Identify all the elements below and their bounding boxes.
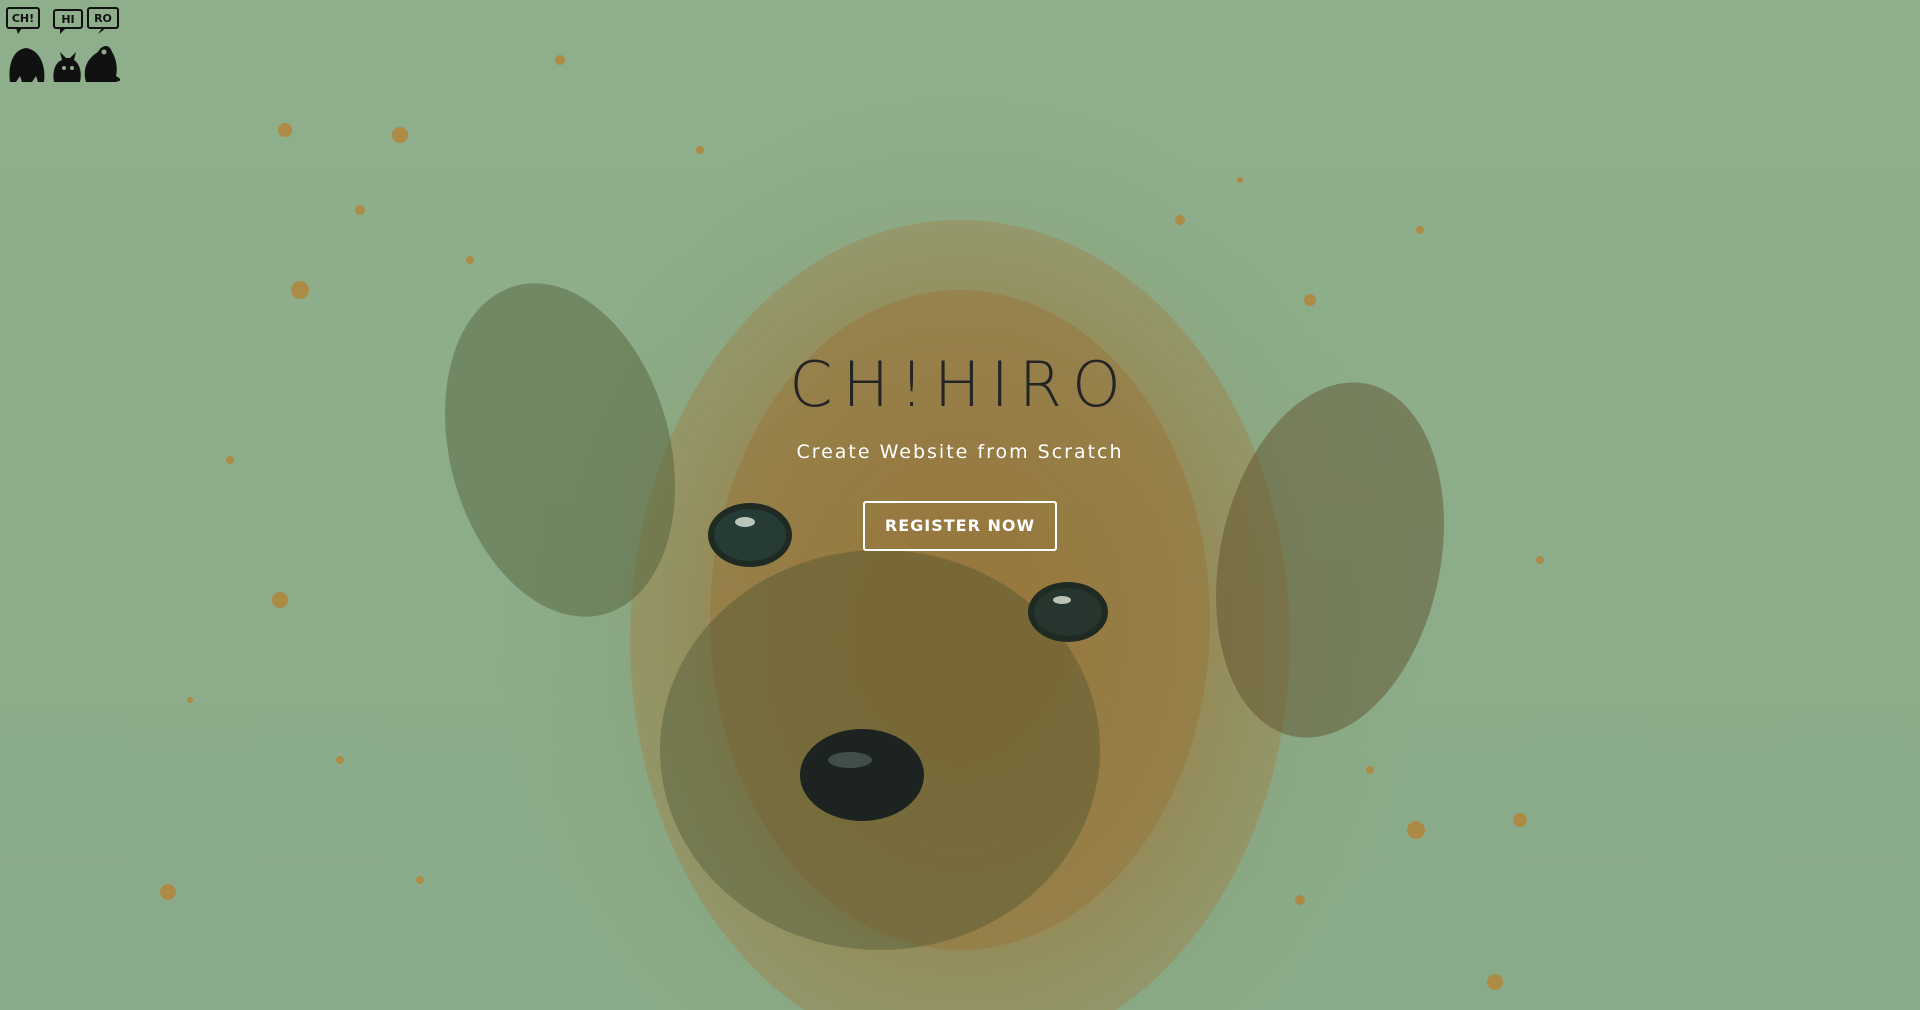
brand-title: CH!HIRO: [789, 348, 1131, 421]
register-now-button[interactable]: REGISTER NOW: [863, 501, 1057, 551]
logo-bubble-text: CH!: [12, 12, 34, 25]
logo-bubble-text: HI: [61, 13, 74, 26]
hero-section: CH! HI RO CH!HIRO Create Website from Sc…: [0, 0, 1920, 1010]
hero-content: CH!HIRO Create Website from Scratch REGI…: [0, 345, 1920, 551]
logo-bubble-text: RO: [94, 12, 112, 25]
hero-subtitle: Create Website from Scratch: [796, 441, 1124, 463]
chihiro-logo-icon[interactable]: CH! HI RO: [6, 6, 120, 86]
